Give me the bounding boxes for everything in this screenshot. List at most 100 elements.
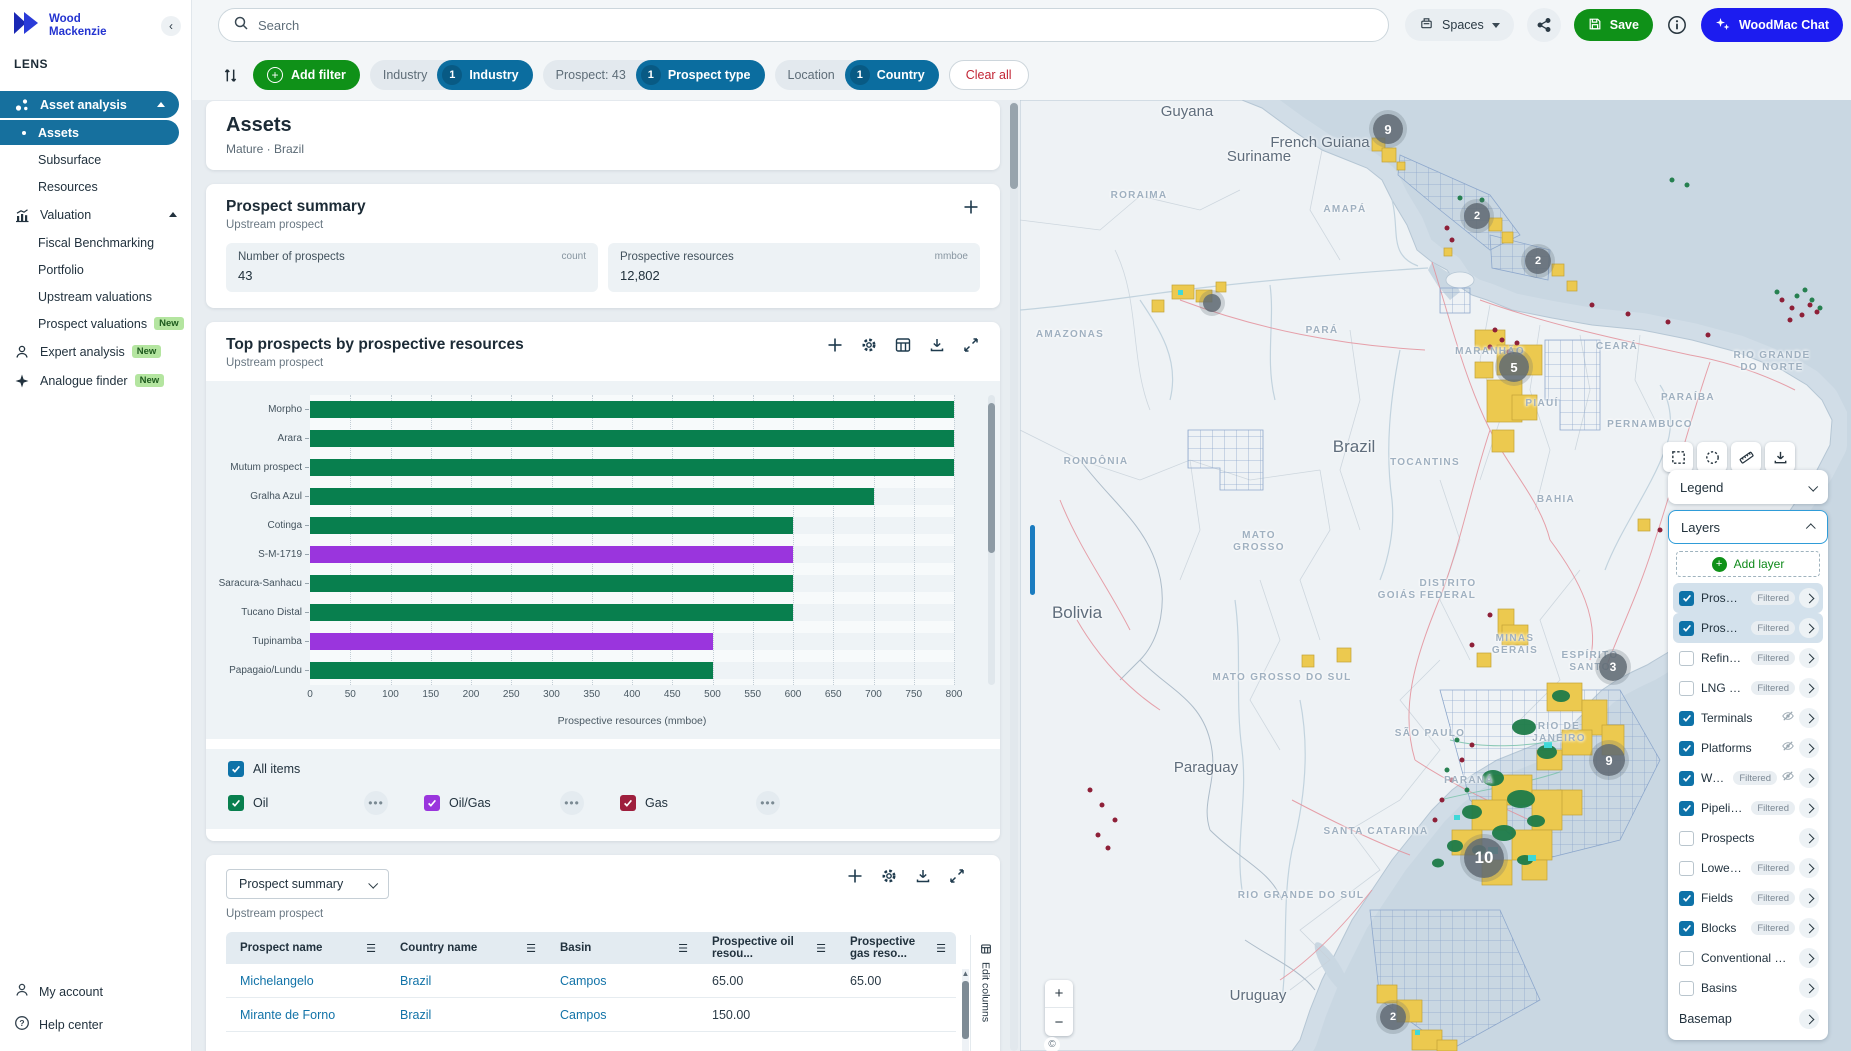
sidebar-item-asset-analysis[interactable]: Asset analysis xyxy=(0,91,179,118)
chevron-right-button[interactable] xyxy=(1799,828,1819,848)
all-items-checkbox[interactable] xyxy=(228,761,244,777)
chart-bar-gralha-azul[interactable] xyxy=(310,488,874,505)
chevron-right-button[interactable] xyxy=(1799,768,1819,788)
sidebar-item-portfolio[interactable]: Portfolio xyxy=(0,257,191,282)
layer-checkbox[interactable] xyxy=(1679,981,1694,996)
filter-value-pill[interactable]: 1Prospect type xyxy=(636,60,765,90)
sidebar-item-expert-analysis[interactable]: Expert analysisNew xyxy=(0,338,191,365)
legend-toggle[interactable]: Legend xyxy=(1668,470,1828,504)
table-header-5[interactable]: Prospective gas reso...☰ xyxy=(836,932,956,964)
layer-checkbox[interactable] xyxy=(1679,951,1694,966)
chevron-right-button[interactable] xyxy=(1799,978,1819,998)
sidebar-item-assets[interactable]: Assets xyxy=(0,120,179,145)
chart-scrollbar[interactable] xyxy=(988,395,995,685)
chevron-right-button[interactable] xyxy=(1799,648,1819,668)
layers-toggle[interactable]: Layers xyxy=(1668,510,1828,544)
map-cluster-marker[interactable]: 9 xyxy=(1593,744,1625,776)
chart-table-view-button[interactable] xyxy=(894,336,912,354)
table-cell[interactable]: Brazil xyxy=(386,998,546,1031)
table-header-2[interactable]: Country name☰ xyxy=(386,932,546,964)
layer-row-conventional-plays[interactable]: Conventional Plays xyxy=(1673,943,1823,973)
chart-bar-saracura-sanhacu[interactable] xyxy=(310,575,793,592)
layer-row-lng-plants[interactable]: LNG plantsFiltered xyxy=(1673,673,1823,703)
table-header-1[interactable]: Prospect name☰ xyxy=(226,932,386,964)
chart-bar-tupinamba[interactable] xyxy=(310,633,713,650)
sidebar-footer-help-center[interactable]: ?Help center xyxy=(0,1008,191,1041)
chevron-right-button[interactable] xyxy=(1799,798,1819,818)
legend-options-button[interactable]: ••• xyxy=(560,791,584,815)
layer-checkbox[interactable] xyxy=(1679,831,1694,846)
layer-row-basins[interactable]: Basins xyxy=(1673,973,1823,1003)
add-chart-button[interactable] xyxy=(826,336,844,354)
share-button[interactable] xyxy=(1527,8,1561,42)
map-cluster-marker[interactable]: 5 xyxy=(1499,352,1529,382)
map-cluster-marker[interactable]: 2 xyxy=(1380,1004,1406,1030)
map-download-button[interactable] xyxy=(1765,442,1795,472)
chart-bar-papagaio-lundu[interactable] xyxy=(310,662,713,679)
sidebar-collapse-button[interactable]: ‹ xyxy=(161,16,181,36)
map-cluster-marker[interactable] xyxy=(1203,294,1221,312)
save-button[interactable]: Save xyxy=(1574,9,1653,41)
table-header-3[interactable]: Basin☰ xyxy=(546,932,698,964)
map-cluster-marker[interactable]: 9 xyxy=(1373,114,1403,144)
chevron-right-button[interactable] xyxy=(1799,678,1819,698)
add-metric-button[interactable] xyxy=(962,198,980,216)
info-button[interactable] xyxy=(1666,14,1688,36)
legend-options-button[interactable]: ••• xyxy=(364,791,388,815)
layer-checkbox[interactable] xyxy=(1679,801,1694,816)
chevron-right-button[interactable] xyxy=(1799,618,1819,638)
chart-bar-tucano-distal[interactable] xyxy=(310,604,793,621)
map-cluster-marker[interactable]: 10 xyxy=(1464,838,1504,878)
table-download-button[interactable] xyxy=(914,867,932,885)
layer-row-blocks[interactable]: BlocksFiltered xyxy=(1673,913,1823,943)
chart-settings-button[interactable] xyxy=(860,336,878,354)
table-cell[interactable]: Brazil xyxy=(386,964,546,997)
table-cell[interactable]: Campos xyxy=(546,998,698,1031)
filter-value-pill[interactable]: 1Industry xyxy=(437,60,532,90)
lasso-select-button[interactable] xyxy=(1697,442,1727,472)
chevron-right-button[interactable] xyxy=(1799,1009,1819,1029)
sidebar-item-prospect-valuations[interactable]: Prospect valuationsNew xyxy=(0,311,191,336)
layer-checkbox[interactable] xyxy=(1679,741,1694,756)
table-row[interactable]: MichelangeloBrazilCampos65.0065.00 xyxy=(226,964,956,998)
clear-all-filters-button[interactable]: Clear all xyxy=(949,60,1029,90)
chevron-right-button[interactable] xyxy=(1799,708,1819,728)
search-input[interactable]: Search xyxy=(218,8,1389,42)
layer-checkbox[interactable] xyxy=(1679,711,1694,726)
table-cell[interactable]: Campos xyxy=(546,964,698,997)
content-scrollbar[interactable] xyxy=(1010,100,1020,1051)
layer-row-pipelines[interactable]: PipelinesFiltered xyxy=(1673,793,1823,823)
map-cluster-marker[interactable]: 2 xyxy=(1525,248,1551,274)
layer-checkbox[interactable] xyxy=(1679,621,1694,636)
sidebar-item-upstream-valuations[interactable]: Upstream valuations xyxy=(0,284,191,309)
layer-row-prospects[interactable]: Prospects xyxy=(1673,823,1823,853)
map-panel-handle[interactable] xyxy=(1030,525,1035,595)
table-expand-button[interactable] xyxy=(948,867,966,885)
measure-button[interactable] xyxy=(1731,442,1761,472)
sidebar-item-subsurface[interactable]: Subsurface xyxy=(0,147,191,172)
chart-bar-mutum-prospect[interactable] xyxy=(310,459,954,476)
filter-group-country[interactable]: Location1Country xyxy=(775,60,939,90)
table-scrollbar[interactable]: ▲ xyxy=(962,969,969,1051)
legend-checkbox[interactable] xyxy=(620,795,636,811)
chart-download-button[interactable] xyxy=(928,336,946,354)
column-menu-icon[interactable]: ☰ xyxy=(816,942,826,955)
chevron-right-button[interactable] xyxy=(1799,888,1819,908)
layer-row-prospects-c-[interactable]: Prospects (C...Filtered xyxy=(1673,583,1823,613)
filter-value-pill[interactable]: 1Country xyxy=(845,60,939,90)
add-filter-button[interactable]: + Add filter xyxy=(253,60,360,90)
sidebar-item-resources[interactable]: Resources xyxy=(0,174,191,199)
chart-expand-button[interactable] xyxy=(962,336,980,354)
column-menu-icon[interactable]: ☰ xyxy=(366,942,376,955)
layer-checkbox[interactable] xyxy=(1679,651,1694,666)
layer-checkbox[interactable] xyxy=(1679,681,1694,696)
filter-group-prospect-type[interactable]: Prospect: 431Prospect type xyxy=(543,60,765,90)
zoom-out-button[interactable]: − xyxy=(1045,1008,1073,1036)
map[interactable]: GuyanaSurinameFrench GuianaBrazilBolivia… xyxy=(1020,100,1851,1051)
layer-row-terminals[interactable]: Terminals xyxy=(1673,703,1823,733)
chevron-right-button[interactable] xyxy=(1799,858,1819,878)
spaces-button[interactable]: Spaces xyxy=(1405,9,1514,41)
edit-columns-tab[interactable]: Edit columns xyxy=(970,935,1000,1051)
zoom-in-button[interactable]: + xyxy=(1045,980,1073,1008)
layer-row-refineries[interactable]: RefineriesFiltered xyxy=(1673,643,1823,673)
